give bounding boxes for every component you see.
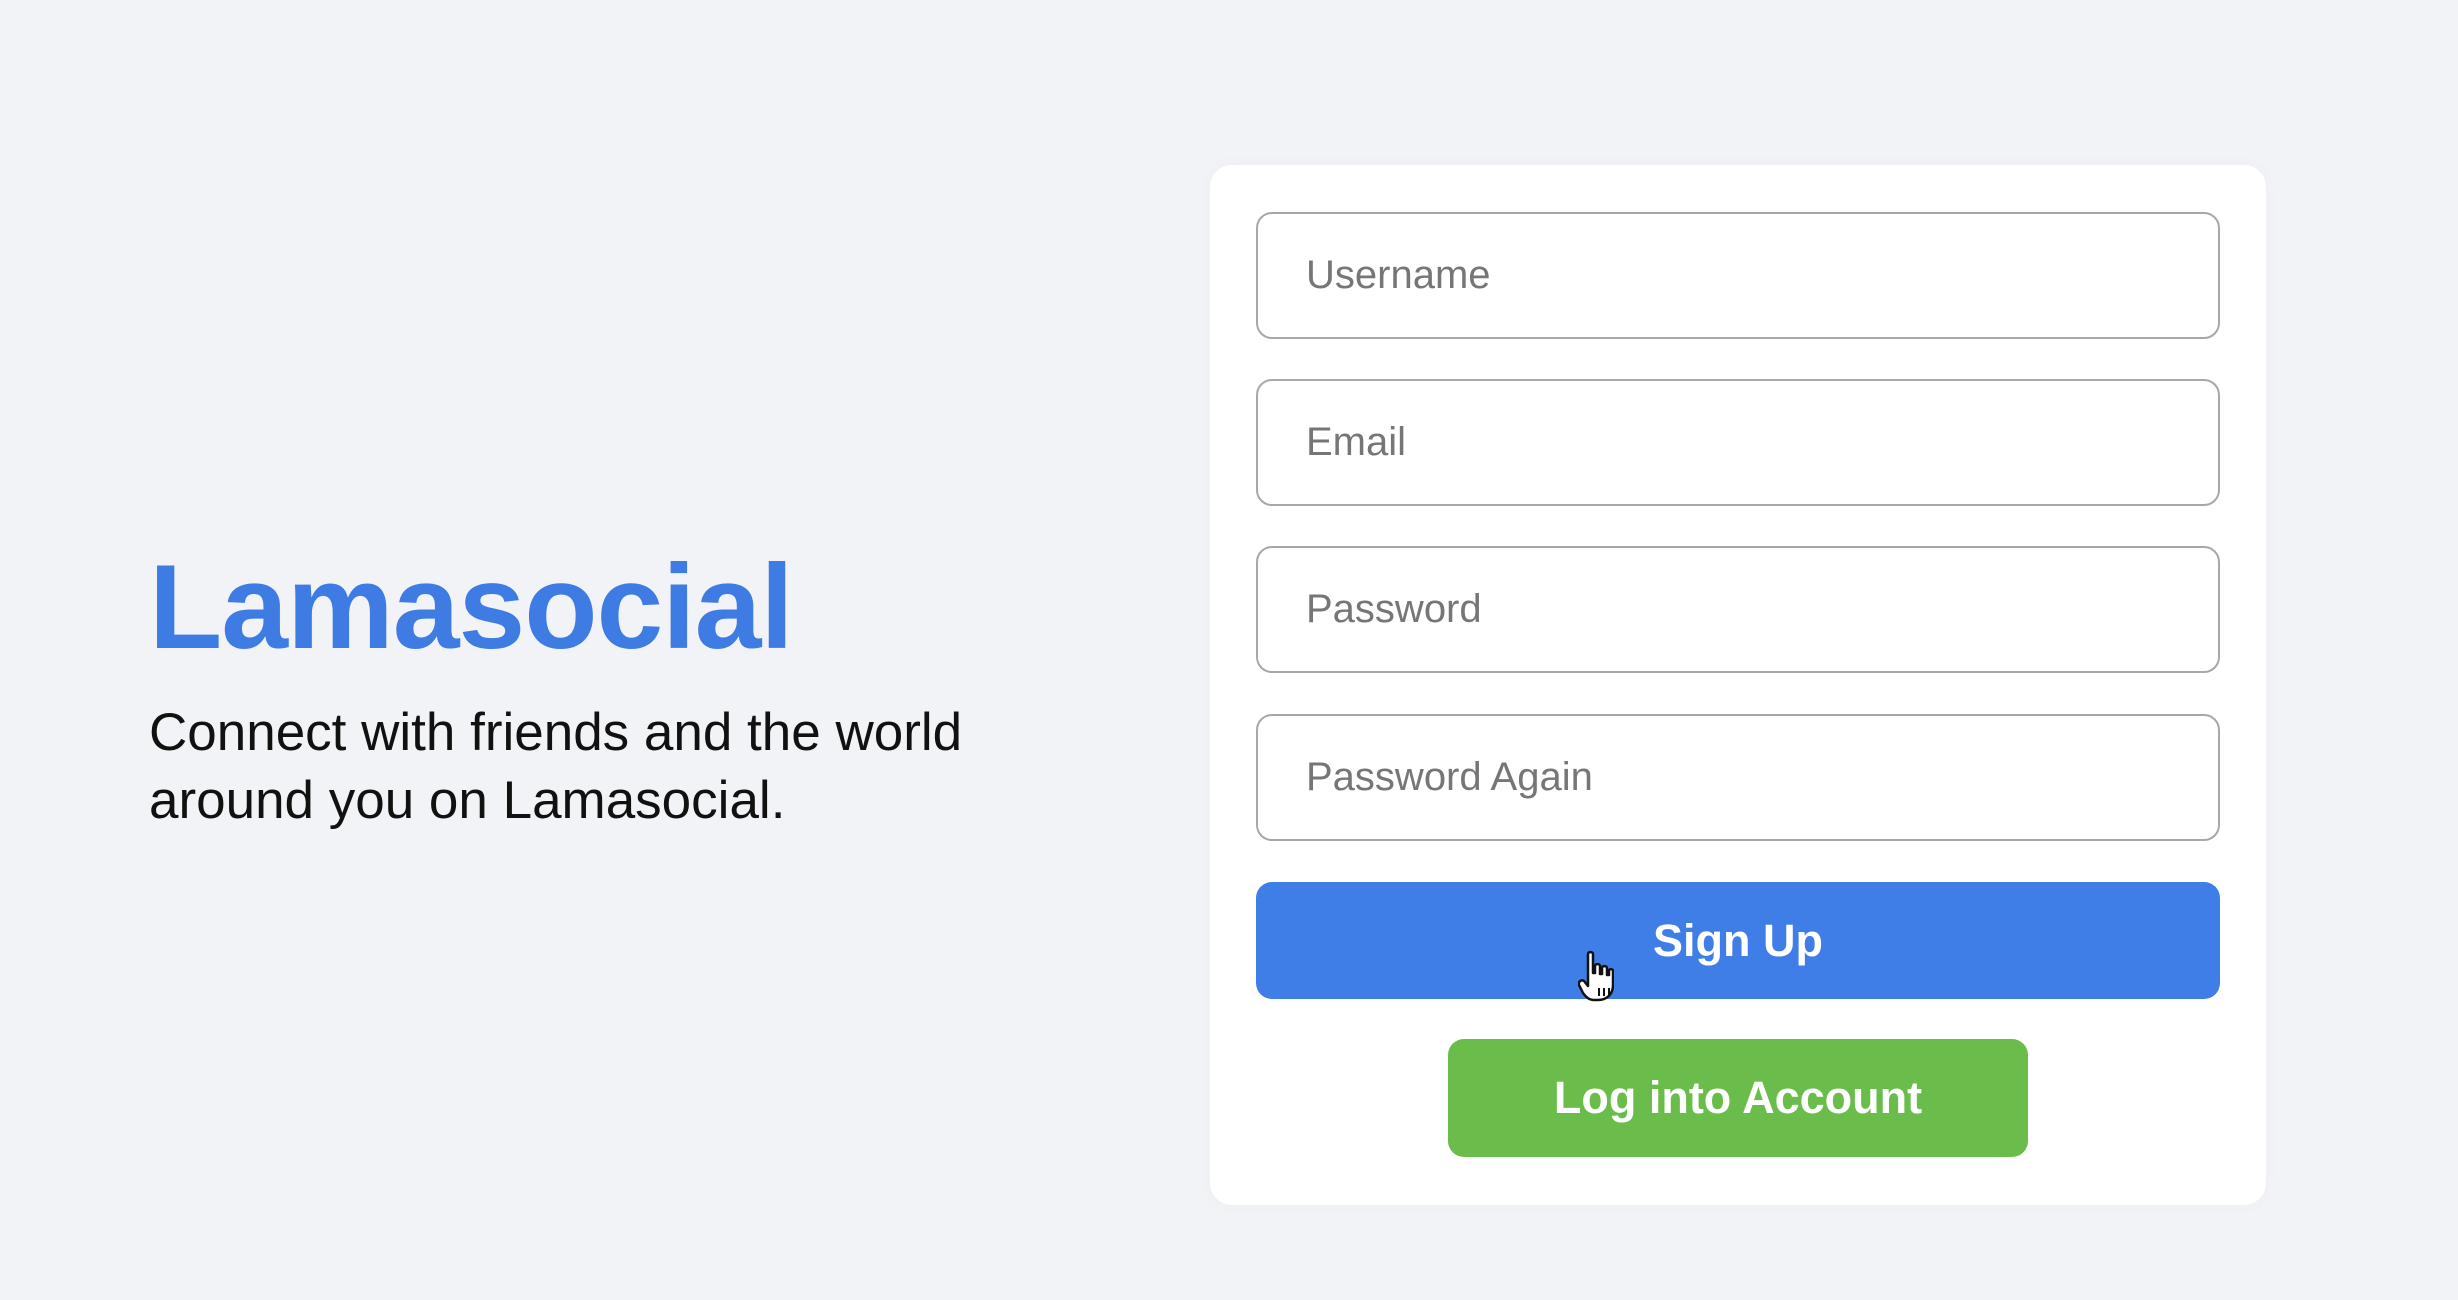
brand-section: Lamasocial Connect with friends and the … — [149, 540, 1109, 835]
signup-form-card: Sign Up Log into Account — [1210, 165, 2266, 1205]
email-input[interactable] — [1256, 379, 2220, 506]
login-button[interactable]: Log into Account — [1448, 1039, 2028, 1157]
app-logo: Lamasocial — [149, 540, 794, 674]
signup-button[interactable]: Sign Up — [1256, 882, 2220, 999]
username-input[interactable] — [1256, 212, 2220, 339]
password-again-input[interactable] — [1256, 714, 2220, 841]
tagline: Connect with friends and the world aroun… — [149, 703, 963, 830]
password-input[interactable] — [1256, 546, 2220, 673]
